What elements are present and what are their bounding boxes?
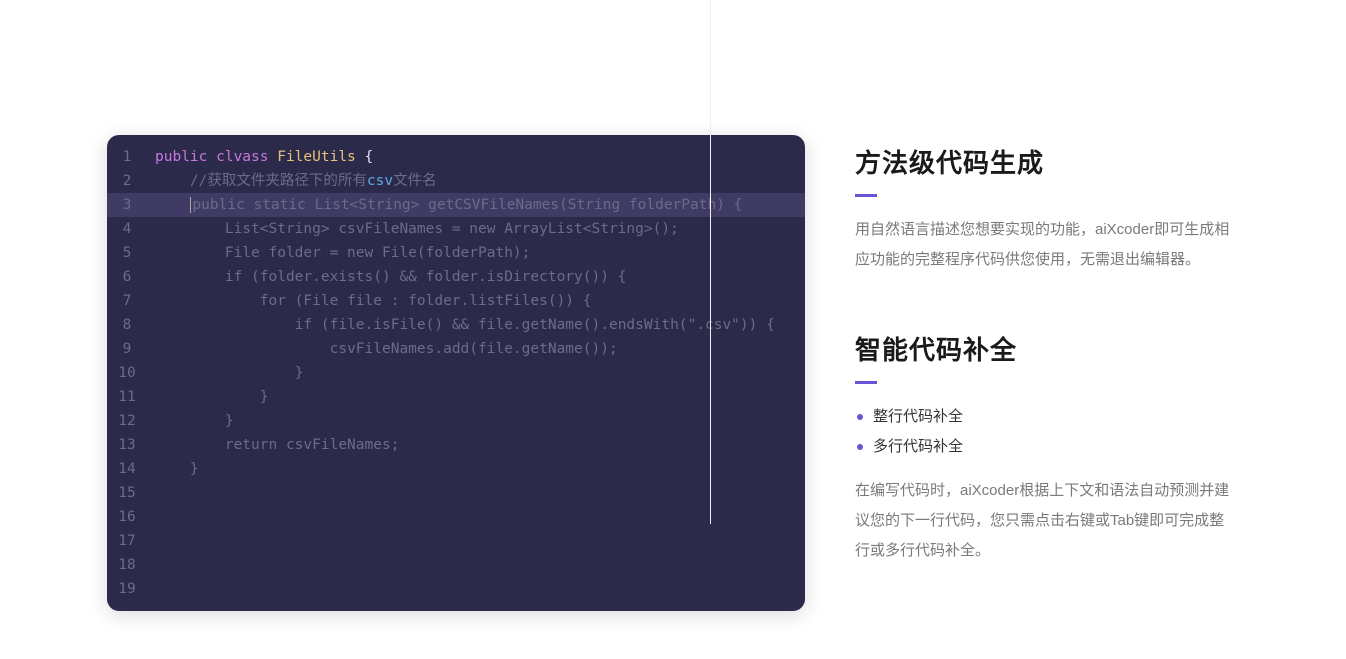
line-number: 16	[107, 505, 147, 529]
code-content	[147, 577, 155, 601]
code-content	[147, 505, 155, 529]
code-content: for (File file : folder.listFiles()) {	[147, 289, 592, 313]
code-content: }	[147, 385, 269, 409]
code-line[interactable]: 16	[107, 505, 805, 529]
feature-section-generation: 方法级代码生成 用自然语言描述您想要实现的功能，aiXcoder即可生成相应功能…	[855, 143, 1230, 275]
code-line[interactable]: 11 }	[107, 385, 805, 409]
line-number: 14	[107, 457, 147, 481]
line-number: 8	[107, 313, 147, 337]
code-line[interactable]: 6 if (folder.exists() && folder.isDirect…	[107, 265, 805, 289]
section-description: 用自然语言描述您想要实现的功能，aiXcoder即可生成相应功能的完整程序代码供…	[855, 215, 1230, 275]
code-line[interactable]: 8 if (file.isFile() && file.getName().en…	[107, 313, 805, 337]
code-editor[interactable]: 1public clvass FileUtils {2 //获取文件夹路径下的所…	[107, 135, 805, 611]
line-number: 7	[107, 289, 147, 313]
title-underline	[855, 381, 877, 384]
line-number: 11	[107, 385, 147, 409]
line-number: 3	[107, 193, 147, 217]
line-number: 10	[107, 361, 147, 385]
code-line[interactable]: 5 File folder = new File(folderPath);	[107, 241, 805, 265]
line-number: 18	[107, 553, 147, 577]
code-line[interactable]: 19	[107, 577, 805, 601]
line-number: 6	[107, 265, 147, 289]
section-title: 智能代码补全	[855, 330, 1230, 367]
code-content: if (folder.exists() && folder.isDirector…	[147, 265, 626, 289]
code-content: //获取文件夹路径下的所有csv文件名	[147, 169, 437, 193]
code-content: List<String> csvFileNames = new ArrayLis…	[147, 217, 679, 241]
code-line[interactable]: 17	[107, 529, 805, 553]
code-content	[147, 529, 155, 553]
vertical-divider	[710, 0, 711, 524]
title-underline	[855, 194, 877, 197]
code-line[interactable]: 1public clvass FileUtils {	[107, 145, 805, 169]
line-number: 15	[107, 481, 147, 505]
code-content: public clvass FileUtils {	[147, 145, 373, 169]
section-title: 方法级代码生成	[855, 143, 1230, 180]
line-number: 5	[107, 241, 147, 265]
code-line[interactable]: 4 List<String> csvFileNames = new ArrayL…	[107, 217, 805, 241]
code-content	[147, 553, 155, 577]
bullet-item: 多行代码补全	[855, 432, 1230, 462]
line-number: 2	[107, 169, 147, 193]
line-number: 12	[107, 409, 147, 433]
line-number: 13	[107, 433, 147, 457]
code-content: }	[147, 409, 234, 433]
section-description: 在编写代码时，aiXcoder根据上下文和语法自动预测并建议您的下一行代码，您只…	[855, 476, 1230, 566]
line-number: 4	[107, 217, 147, 241]
feature-section-completion: 智能代码补全 整行代码补全 多行代码补全 在编写代码时，aiXcoder根据上下…	[855, 330, 1230, 566]
features-panel: 方法级代码生成 用自然语言描述您想要实现的功能，aiXcoder即可生成相应功能…	[855, 135, 1230, 621]
code-line[interactable]: 18	[107, 553, 805, 577]
code-content: }	[147, 361, 303, 385]
line-number: 19	[107, 577, 147, 601]
code-line[interactable]: 15	[107, 481, 805, 505]
code-content: public static List<String> getCSVFileNam…	[147, 193, 742, 217]
line-number: 1	[107, 145, 147, 169]
code-line[interactable]: 3 public static List<String> getCSVFileN…	[107, 193, 805, 217]
line-number: 9	[107, 337, 147, 361]
code-line[interactable]: 12 }	[107, 409, 805, 433]
code-content	[147, 481, 155, 505]
line-number: 17	[107, 529, 147, 553]
code-line[interactable]: 7 for (File file : folder.listFiles()) {	[107, 289, 805, 313]
code-content: if (file.isFile() && file.getName().ends…	[147, 313, 775, 337]
bullet-item: 整行代码补全	[855, 402, 1230, 432]
code-content: }	[147, 457, 199, 481]
bullet-list: 整行代码补全 多行代码补全	[855, 402, 1230, 462]
code-content: File folder = new File(folderPath);	[147, 241, 530, 265]
code-line[interactable]: 2 //获取文件夹路径下的所有csv文件名	[107, 169, 805, 193]
code-line[interactable]: 10 }	[107, 361, 805, 385]
code-line[interactable]: 13 return csvFileNames;	[107, 433, 805, 457]
code-line[interactable]: 14 }	[107, 457, 805, 481]
code-line[interactable]: 9 csvFileNames.add(file.getName());	[107, 337, 805, 361]
code-content: csvFileNames.add(file.getName());	[147, 337, 618, 361]
code-content: return csvFileNames;	[147, 433, 399, 457]
